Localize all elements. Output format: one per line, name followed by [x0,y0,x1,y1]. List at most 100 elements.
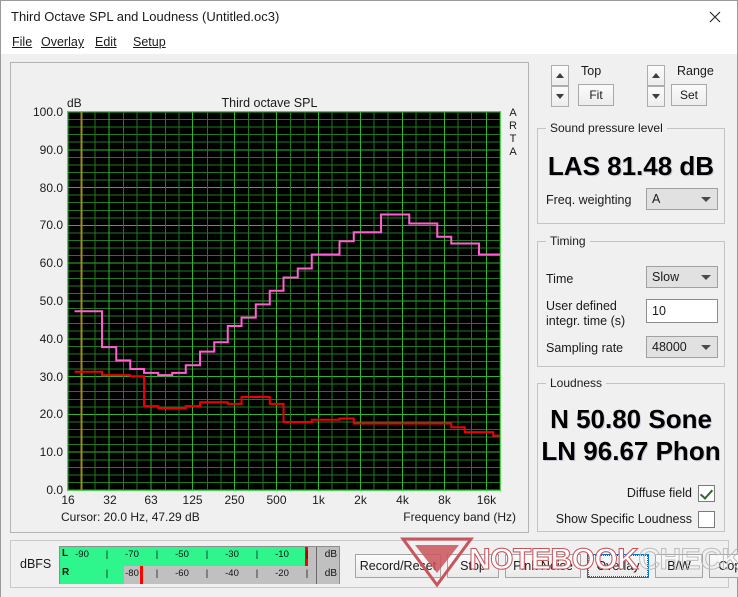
range-set-button[interactable]: Set [671,84,707,106]
overlay-button[interactable]: Overlay [587,554,649,578]
x-axis-tick-label: 250 [224,493,245,507]
freq-weighting-select[interactable]: A [646,188,718,210]
range-spinner-up[interactable] [647,65,665,86]
menu-overlay[interactable]: Overlay [39,35,86,52]
timing-group-title: Timing [546,234,590,248]
top-fit-button[interactable]: Fit [578,84,614,106]
top-spinner-down[interactable] [551,86,569,107]
x-axis-tick-label: 32 [103,493,117,507]
bw-button[interactable]: B/W [655,554,703,578]
x-axis-tick-label: 500 [266,493,287,507]
y-axis-tick-label: 80.0 [39,180,63,195]
x-axis-label: Frequency band (Hz) [403,510,516,524]
y-axis-tick-label: 10.0 [39,445,63,460]
close-icon [709,11,721,22]
timing-group: Timing Time Slow User defined integr. ti… [537,234,725,367]
specific-loudness-checkbox[interactable] [698,510,715,528]
specific-loudness-row[interactable]: Show Specific Loudness [556,510,715,528]
meter-tick-label: -30 [225,549,239,560]
meter-tick-label: -10 [275,549,289,560]
diffuse-field-checkbox[interactable] [698,484,715,502]
menu-edit[interactable]: Edit [93,35,119,52]
cursor-readout: Cursor: 20.0 Hz, 47.29 dB [61,510,200,524]
freq-weighting-value: A [652,192,661,206]
top-spinner[interactable] [551,65,569,107]
top-label: Top [581,64,602,78]
spl-plot-svg [68,112,500,490]
diffuse-field-label: Diffuse field [626,486,692,500]
range-spinner-down[interactable] [647,86,665,107]
meter-right-label: R [62,567,70,578]
meter-tick-label: -80 [125,568,139,579]
meter-tick-label: -50 [175,549,189,560]
range-spinner[interactable] [647,65,665,107]
chevron-up-icon [556,73,564,78]
integration-label-line2: integr. time (s) [546,314,626,328]
sampling-rate-select[interactable]: 48000 [646,336,718,358]
meter-tick-mark: | [255,549,259,560]
integration-label-line1: User defined [546,299,617,313]
menu-edit-label: Edit [95,35,117,49]
time-select[interactable]: Slow [646,266,718,288]
y-axis-tick-label: 100.0 [32,105,63,119]
x-axis-tick-label: 2k [354,493,367,507]
close-button[interactable] [693,1,737,32]
record-reset-button[interactable]: Record/Reset [355,554,441,578]
arta-brand-label: ARTA [509,107,517,158]
freq-weighting-label: Freq. weighting [546,193,632,207]
menu-overlay-label: Overlay [41,35,85,49]
time-value: Slow [652,270,680,284]
integration-time-input[interactable]: 10 [646,299,718,323]
graph-panel: dB Third octave SPL ARTA 100.0 90.0 80.0 70… [10,62,529,533]
meter-tick-label: -40 [225,568,239,579]
x-axis-tick-label: 1k [312,493,325,507]
meter-left-label: L [62,548,69,559]
meter-tick-mark: | [155,549,159,560]
meter-tick-label: -70 [125,549,139,560]
stop-button[interactable]: Stop [447,554,499,578]
bottom-toolbar: dBFS L dB -90 | -70 | -50 | -30 | -10 | R [10,540,738,588]
graph-title: Third octave SPL [221,96,318,110]
top-spinner-up[interactable] [551,65,569,86]
y-axis-tick-label: 70.0 [39,218,63,233]
chevron-down-icon [695,196,717,202]
loudness-phon-readout: LN 96.67 Phon [541,436,721,466]
x-axis-tick-label: 16 [61,493,75,507]
meter-tick-mark: | [205,549,209,560]
time-label: Time [546,272,574,286]
y-axis-tick-label: 50.0 [39,294,63,308]
overlay-button-label: Overlay [588,555,648,577]
application-window: Third Octave SPL and Loudness (Untitled.… [0,0,738,597]
x-axis-ticks: 16 32 63 125 250 500 1k 2k 4k 8k 16k [61,493,501,511]
menu-file-label: File [12,35,33,49]
window-title: Third Octave SPL and Loudness (Untitled.… [11,9,280,24]
meter-left-unit: dB [324,549,337,560]
menu-bar: File Overlay Edit Setup [1,33,737,54]
copy-button[interactable]: Copy [709,554,738,578]
chevron-down-icon [695,344,717,350]
spl-group-title: Sound pressure level [546,121,667,135]
menu-file[interactable]: File [10,35,34,52]
x-axis-tick-label: 125 [182,493,203,507]
meter-left-channel: L dB -90 | -70 | -50 | -30 | -10 | [60,547,339,567]
title-bar: Third Octave SPL and Loudness (Untitled.… [1,1,737,33]
spl-plot-area[interactable] [67,111,501,491]
dbfs-level-meter[interactable]: L dB -90 | -70 | -50 | -30 | -10 | R dB | -80 | -60 |… [59,546,340,584]
menu-setup-label: Setup [133,35,166,49]
specific-loudness-label: Show Specific Loudness [555,512,692,526]
x-axis-tick-label: 63 [144,493,158,507]
loudness-group: Loudness N 50.80 Sone LN 96.67 Phon Diff… [537,376,725,532]
pink-noise-button[interactable]: Pink Noise [505,554,581,578]
meter-tick-mark: | [305,549,309,560]
series-line-overlay [74,370,500,437]
chevron-up-icon [652,73,660,78]
sampling-rate-value: 48000 [652,340,687,354]
diffuse-field-row[interactable]: Diffuse field [627,484,715,502]
meter-tick-mark: | [105,568,109,579]
sampling-rate-label: Sampling rate [546,341,624,355]
meter-tick-mark: | [205,568,209,579]
menu-setup[interactable]: Setup [131,35,168,52]
y-axis-tick-label: 20.0 [39,407,63,422]
y-axis-tick-label: 40.0 [39,331,63,346]
range-label: Range [677,64,714,78]
